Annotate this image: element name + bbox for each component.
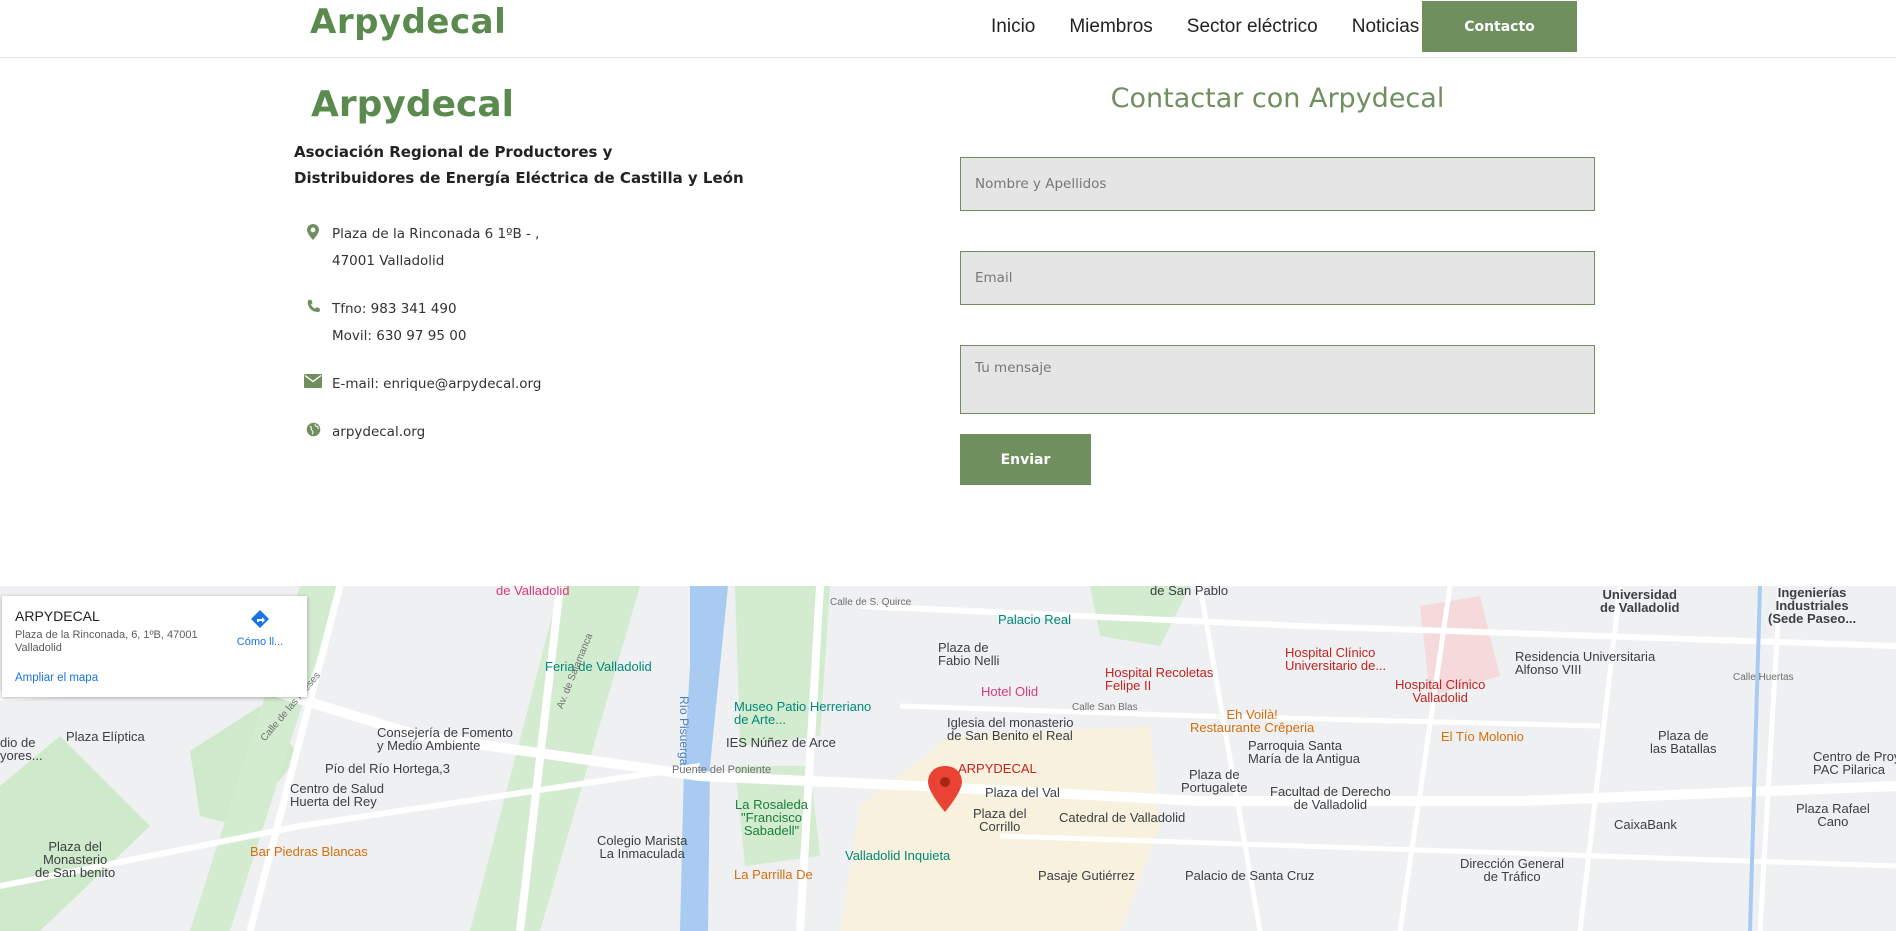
map-label-hospital-clinico-univ[interactable]: Hospital Clínico Universitario de...	[1285, 646, 1386, 672]
contact-nav-button[interactable]: Contacto	[1422, 1, 1577, 52]
directions-icon	[251, 610, 269, 628]
map-label-direccion-trafico[interactable]: Dirección General de Tráfico	[1460, 857, 1564, 883]
map-label-parroquia[interactable]: Parroquia Santa María de la Antigua	[1248, 739, 1360, 765]
map-label-rosaleda[interactable]: La Rosaleda "Francisco Sabadell"	[735, 798, 808, 837]
map-label-facultad[interactable]: Facultad de Derecho de Valladolid	[1270, 785, 1391, 811]
map-label-iglesia[interactable]: Iglesia del monasterio de San Benito el …	[947, 716, 1073, 742]
send-button[interactable]: Enviar	[960, 434, 1091, 485]
map-label-consejeria[interactable]: Consejería de Fomento y Medio Ambiente	[377, 726, 513, 752]
nav-item-sector-electrico[interactable]: Sector eléctrico	[1187, 14, 1318, 40]
map-label-dio-de-yores: dio de yores...	[0, 735, 43, 763]
site-header: Arpydecal Inicio Miembros Sector eléctri…	[0, 0, 1896, 58]
email-input[interactable]: Email	[960, 251, 1595, 305]
nav-item-inicio[interactable]: Inicio	[991, 14, 1035, 40]
map-label-eh-voila[interactable]: Eh Voilà! Restaurante Crêperia	[1190, 708, 1314, 734]
directions-label: Cómo ll...	[236, 636, 284, 648]
map-label-museo[interactable]: Museo Patio Herreriano de Arte...	[734, 700, 871, 726]
map-label-ies[interactable]: IES Núñez de Arce	[726, 736, 836, 749]
map-label-caixabank[interactable]: CaixaBank	[1614, 818, 1677, 831]
map-label-valladolid-inquieta[interactable]: Valladolid Inquieta	[845, 849, 950, 862]
map-card-title: ARPYDECAL	[15, 608, 100, 624]
contact-form-title: Contactar con Arpydecal	[1110, 83, 1445, 114]
phone-number[interactable]: Tfno: 983 341 490	[332, 296, 466, 323]
map-label-pasaje[interactable]: Pasaje Gutiérrez	[1038, 869, 1135, 882]
map-label-rio-pisuerga: Río Pisuerga	[677, 696, 691, 766]
map-label-centro-pac[interactable]: Centro de Proy PAC Pilarica	[1813, 750, 1896, 776]
map-label-calle-huertas: Calle Huertas	[1733, 672, 1794, 683]
nav-item-miembros[interactable]: Miembros	[1069, 14, 1152, 40]
phone-row: Tfno: 983 341 490 Movil: 630 97 95 00	[294, 296, 466, 350]
org-description: Asociación Regional de Productores y Dis…	[294, 139, 744, 191]
map-label-centro-salud[interactable]: Centro de Salud Huerta del Rey	[290, 782, 384, 808]
envelope-icon	[294, 371, 332, 391]
directions-button[interactable]: Cómo ll...	[230, 608, 290, 648]
map-label-plaza-eliptica: Plaza Elíptica	[66, 729, 145, 744]
address-line-2: 47001 Valladolid	[332, 253, 445, 269]
map-label-de-valladolid: de Valladolid	[496, 586, 570, 598]
map-label-hospital-clinico[interactable]: Hospital Clínico Valladolid	[1395, 678, 1485, 704]
map-label-de-san-pablo: de San Pablo	[1150, 586, 1229, 598]
map-label-plaza-fabio: Plaza de Fabio Nelli	[938, 640, 1000, 668]
address-line-1: Plaza de la Rinconada 6 1ºB - ,	[332, 226, 540, 242]
map-label-plaza-rafael: Plaza Rafael Cano	[1796, 801, 1870, 829]
phone-icon	[294, 296, 332, 316]
mobile-number[interactable]: Movil: 630 97 95 00	[332, 323, 466, 350]
main-nav: Inicio Miembros Sector eléctrico Noticia…	[991, 14, 1453, 40]
address-row: Plaza de la Rinconada 6 1ºB - , 47001 Va…	[294, 221, 539, 275]
map-label-tio-molonio[interactable]: El Tío Molonio	[1441, 730, 1524, 743]
name-input[interactable]: Nombre y Apellidos	[960, 157, 1595, 211]
map-card-address: Plaza de la Rinconada, 6, 1ºB, 47001 Val…	[15, 629, 198, 654]
globe-icon	[294, 419, 332, 439]
map-marker-icon	[294, 221, 332, 241]
map-label-plaza-val: Plaza del Val	[985, 785, 1060, 800]
org-line-1: Asociación Regional de Productores y	[294, 143, 613, 161]
map-label-calle-san-blas: Calle San Blas	[1072, 702, 1138, 713]
map-label-la-parrilla[interactable]: La Parrilla De	[734, 868, 813, 881]
map-label-catedral[interactable]: Catedral de Valladolid	[1059, 811, 1185, 824]
map-label-pio-rio[interactable]: Pío del Río Hortega,3	[325, 762, 450, 775]
map-label-plaza-batallas: Plaza de las Batallas	[1650, 728, 1717, 756]
map-label-palacio-real[interactable]: Palacio Real	[998, 613, 1071, 626]
org-line-2: Distribuidores de Energía Eléctrica de C…	[294, 169, 744, 187]
enlarge-map-link[interactable]: Ampliar el mapa	[15, 672, 98, 684]
map-label-plaza-corrillo: Plaza del Corrillo	[973, 806, 1027, 834]
map-label-universidad[interactable]: Universidad de Valladolid	[1600, 588, 1679, 614]
map-label-puente-poniente: Puente del Poniente	[672, 764, 772, 776]
map-label-calle-quirce: Calle de S. Quirce	[830, 597, 912, 608]
nav-item-noticias[interactable]: Noticias	[1352, 14, 1420, 40]
map-label-pin[interactable]: ARPYDECAL	[958, 762, 1037, 775]
map-label-residencia[interactable]: Residencia Universitaria Alfonso VIII	[1515, 650, 1655, 676]
map-label-hospital-recoletas[interactable]: Hospital Recoletas Felipe II	[1105, 666, 1213, 692]
map-label-plaza-portugalete: Plaza de Portugalete	[1181, 767, 1248, 795]
map-label-palacio-santa-cruz[interactable]: Palacio de Santa Cruz	[1185, 869, 1314, 882]
email-address[interactable]: E-mail: enrique@arpydecal.org	[332, 371, 541, 398]
map-label-ingenierias[interactable]: Ingenierías Industriales (Sede Paseo...	[1768, 586, 1856, 625]
map-label-hotel-olid[interactable]: Hotel Olid	[981, 685, 1038, 698]
message-textarea[interactable]: Tu mensaje	[960, 345, 1595, 414]
website-row: arpydecal.org	[294, 419, 425, 446]
map-label-plaza-monasterio: Plaza del Monasterio de San benito	[35, 839, 116, 880]
email-row: E-mail: enrique@arpydecal.org	[294, 371, 541, 398]
map-info-card: ARPYDECAL Plaza de la Rinconada, 6, 1ºB,…	[2, 596, 307, 697]
map-label-bar-piedras[interactable]: Bar Piedras Blancas	[250, 845, 368, 858]
site-logo[interactable]: Arpydecal	[310, 2, 506, 42]
website-link[interactable]: arpydecal.org	[332, 419, 425, 446]
brand-title: Arpydecal	[311, 84, 515, 125]
map-label-colegio[interactable]: Colegio Marista La Inmaculada	[597, 834, 687, 860]
map-label-feria[interactable]: Feria de Valladolid	[545, 660, 652, 673]
